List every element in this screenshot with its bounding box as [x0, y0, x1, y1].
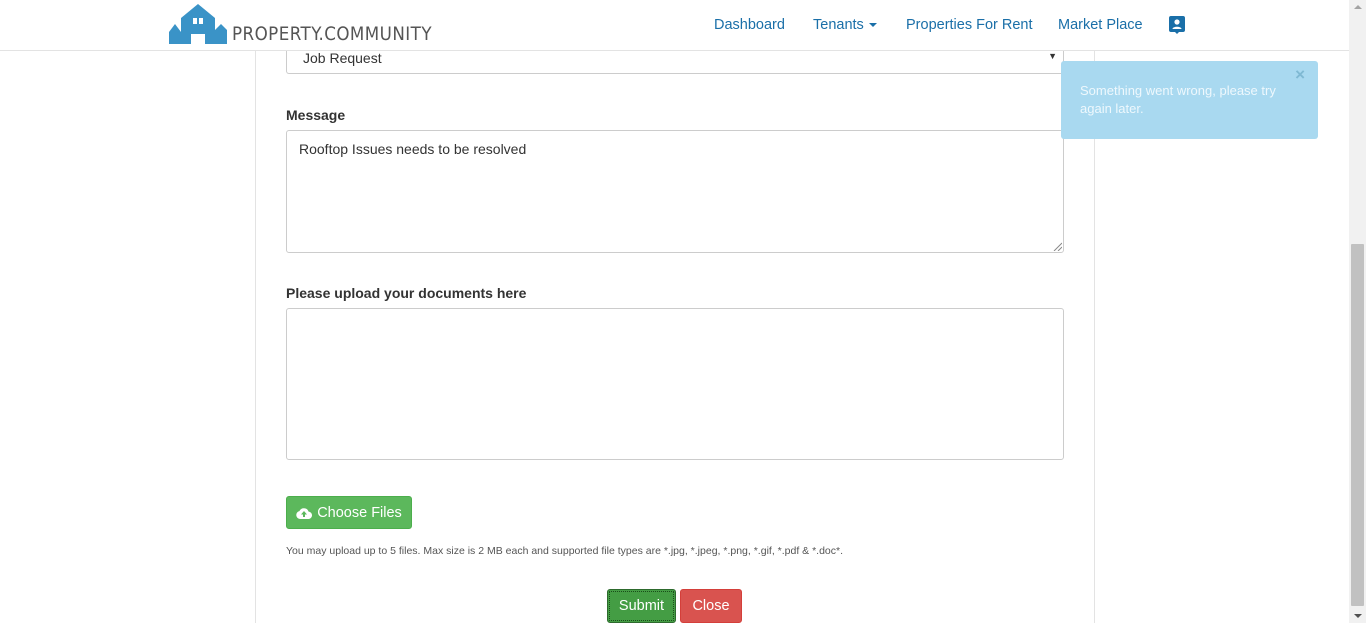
top-navbar: PROPERTY.COMMUNITY Dashboard Tenants Pro… [0, 0, 1349, 51]
close-button[interactable]: Close [680, 589, 742, 623]
upload-label: Please upload your documents here [286, 285, 527, 301]
message-label: Message [286, 107, 346, 123]
nav-properties-for-rent[interactable]: Properties For Rent [906, 17, 1033, 33]
message-textarea[interactable]: Rooftop Issues needs to be resolved [286, 130, 1064, 253]
message-text: Rooftop Issues needs to be resolved [299, 141, 527, 157]
resize-handle-icon[interactable] [1052, 241, 1062, 251]
page-scrollbar[interactable] [1349, 0, 1366, 623]
house-logo-icon [169, 4, 227, 44]
error-toast: × Something went wrong, please try again… [1061, 61, 1318, 139]
request-type-value: Job Request [303, 50, 382, 66]
nav-dashboard[interactable]: Dashboard [714, 17, 785, 33]
toast-message: Something went wrong, please try again l… [1080, 83, 1276, 116]
brand-name: PROPERTY.COMMUNITY [232, 23, 432, 45]
caret-down-icon [868, 23, 877, 28]
upload-help-text: You may upload up to 5 files. Max size i… [286, 545, 844, 557]
choose-files-button[interactable]: Choose Files [286, 496, 412, 529]
choose-files-label: Choose Files [317, 504, 402, 521]
select-arrow-icon: ▼ [1048, 51, 1057, 61]
scroll-up-icon[interactable] [1354, 5, 1362, 9]
user-card-icon[interactable] [1169, 16, 1185, 39]
nav-tenants-label: Tenants [813, 17, 864, 33]
nav-tenants-dropdown[interactable]: Tenants [813, 17, 877, 33]
brand-logo[interactable]: PROPERTY.COMMUNITY [169, 4, 459, 44]
upload-dropzone[interactable] [286, 308, 1064, 460]
toast-close-icon[interactable]: × [1295, 65, 1305, 85]
nav-market-place[interactable]: Market Place [1058, 17, 1143, 33]
cloud-upload-icon [296, 507, 313, 519]
scroll-down-icon[interactable] [1354, 614, 1362, 618]
submit-button[interactable]: Submit [607, 589, 676, 623]
scrollbar-thumb[interactable] [1351, 244, 1364, 606]
